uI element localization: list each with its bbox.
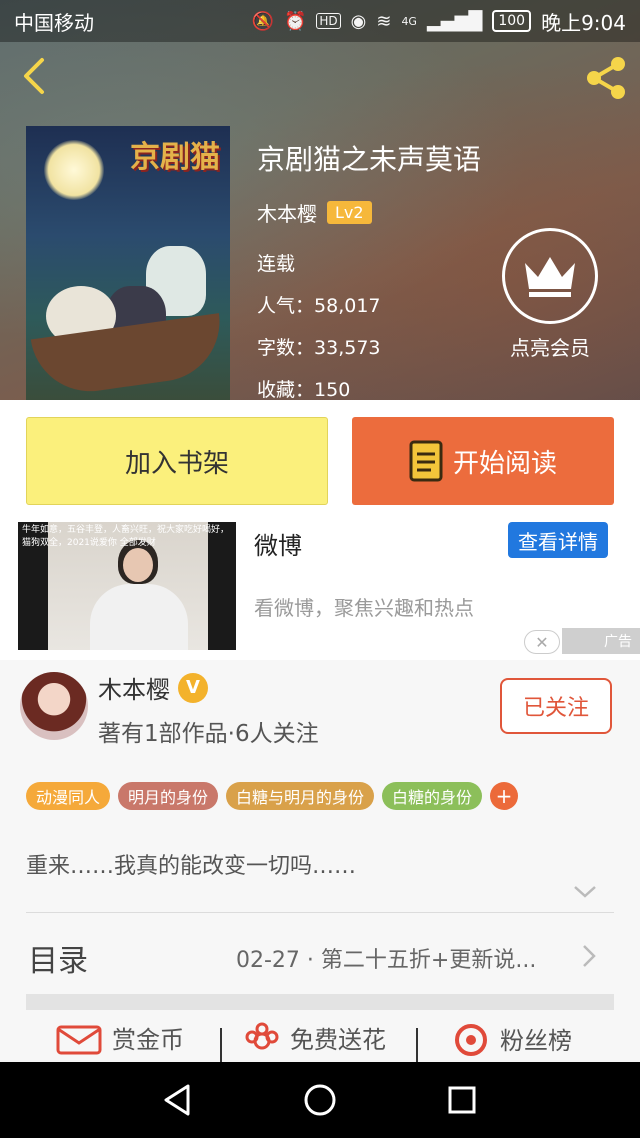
favorites-value: 150 — [314, 379, 351, 401]
tag-item[interactable]: 动漫同人 — [26, 782, 111, 810]
favorites-label: 收藏： — [257, 379, 315, 401]
toc-arrow-button[interactable] — [580, 942, 598, 970]
network-type: 4G — [401, 14, 417, 28]
ad-label: 广告 — [562, 628, 640, 654]
ad-thumb-caption: 牛年如意，五谷丰登，人畜兴旺，祝大家吃好喝好，猫狗双全，2021说爱你 全部发财 — [22, 525, 230, 548]
author-card-name[interactable]: 木本樱 V — [98, 670, 208, 705]
battery-icon: 100 — [492, 10, 532, 32]
time-label: 晚上9:04 — [541, 10, 626, 35]
start-reading-button[interactable]: 开始阅读 — [352, 417, 614, 505]
author-section: 木本樱 V 著有1部作品·6人关注 已关注 动漫同人 明月的身份 白糖与明月的身… — [0, 660, 640, 1062]
send-flowers-label: 免费送花 — [290, 1026, 386, 1054]
book-info: 京剧猫之未声莫语 木本樱 Lv2 连载 人气：58,017 字数：33,573 … — [257, 138, 481, 417]
status-bar: 中国移动 🔕 ⏰ HD ◉ ≋ 4G ▂▄▆█ 100 晚上9:04 — [0, 0, 640, 42]
section-separator — [26, 994, 614, 1010]
action-buttons: 加入书架 开始阅读 — [0, 400, 640, 520]
popularity-label: 人气： — [257, 295, 315, 317]
author-card-name-text: 木本樱 — [98, 676, 170, 704]
expand-summary-button[interactable] — [572, 882, 598, 902]
ad-description: 看微博，聚焦兴趣和热点 — [254, 596, 474, 620]
eye-icon: ◉ — [350, 10, 367, 32]
serial-status: 连载 — [257, 253, 296, 275]
fan-ranking-button[interactable]: 粉丝榜 — [452, 1020, 572, 1056]
favorites: 收藏：150 — [257, 375, 481, 401]
flower-icon — [245, 1022, 279, 1049]
ad-person-body — [90, 584, 188, 650]
cover-moon — [44, 140, 104, 200]
popularity: 人气：58,017 — [257, 291, 481, 317]
popularity-value: 58,017 — [314, 295, 381, 317]
ad-thumbnail[interactable]: 牛年如意，五谷丰登，人畜兴旺，祝大家吃好喝好，猫狗双全，2021说爱你 全部发财 — [18, 522, 236, 650]
author-stats: 著有1部作品·6人关注 — [98, 721, 319, 747]
author-row: 木本樱 Lv2 — [257, 198, 481, 227]
square-recents-icon — [448, 1086, 476, 1114]
wifi-icon: ≋ — [376, 10, 392, 32]
tag-list: 动漫同人 明月的身份 白糖与明月的身份 白糖的身份 + — [26, 782, 519, 810]
tag-item[interactable]: 白糖的身份 — [382, 782, 483, 810]
word-count-label: 字数： — [257, 337, 315, 359]
nav-home-button[interactable] — [302, 1082, 338, 1118]
level-badge: Lv2 — [327, 201, 372, 224]
add-tag-button[interactable]: + — [490, 782, 519, 810]
author-name[interactable]: 木本樱 — [257, 198, 317, 227]
tag-item[interactable]: 明月的身份 — [118, 782, 219, 810]
share-button[interactable] — [582, 54, 630, 102]
vip-label: 点亮会员 — [510, 336, 590, 360]
toc-label[interactable]: 目录 — [28, 936, 88, 980]
back-button[interactable] — [16, 56, 52, 96]
view-details-button[interactable]: 查看详情 — [508, 522, 608, 558]
reward-actions: 赏金币 免费送花 粉丝榜 — [0, 1020, 640, 1062]
latest-chapter[interactable]: 02-27 · 第二十五折+更新说... — [236, 942, 536, 974]
triangle-back-icon — [164, 1084, 190, 1116]
book-title: 京剧猫之未声莫语 — [257, 143, 482, 176]
chevron-right-icon — [583, 945, 596, 967]
cover-title: 京剧猫 — [130, 140, 220, 175]
nav-recents-button[interactable] — [444, 1082, 480, 1118]
fan-ranking-label: 粉丝榜 — [500, 1026, 572, 1055]
nav-back-button[interactable] — [160, 1082, 196, 1118]
circle-home-icon — [304, 1084, 336, 1116]
crown-icon — [502, 228, 598, 324]
send-flowers-button[interactable]: 免费送花 — [244, 1020, 386, 1055]
tag-item[interactable]: 白糖与明月的身份 — [226, 782, 375, 810]
share-icon — [587, 57, 625, 99]
mute-icon: 🔕 — [251, 10, 274, 32]
ad-person-face — [123, 548, 153, 582]
reward-coins-button[interactable]: 赏金币 — [56, 1020, 184, 1055]
reward-coins-label: 赏金币 — [112, 1026, 184, 1054]
status-icons: 🔕 ⏰ HD ◉ ≋ 4G ▂▄▆█ 100 晚上9:04 — [252, 7, 626, 36]
verified-icon: V — [178, 672, 208, 703]
chevron-down-icon — [574, 886, 596, 898]
follow-button[interactable]: 已关注 — [500, 678, 612, 734]
word-count: 字数：33,573 — [257, 333, 481, 359]
carrier-label: 中国移动 — [14, 10, 94, 35]
add-to-shelf-button[interactable]: 加入书架 — [26, 417, 328, 505]
book-icon — [409, 440, 443, 482]
divider — [416, 1028, 418, 1062]
author-avatar[interactable] — [20, 672, 88, 740]
signal-icon: ▂▄▆█ — [426, 10, 483, 32]
ad-title: 微博 — [254, 532, 302, 560]
envelope-icon — [56, 1025, 102, 1054]
start-reading-label: 开始阅读 — [452, 448, 557, 479]
book-cover[interactable]: 京剧猫 — [26, 126, 230, 400]
medal-icon — [455, 1024, 487, 1056]
system-nav-bar — [0, 1062, 640, 1138]
ad-close-icon[interactable]: ✕ — [524, 630, 560, 654]
alarm-icon: ⏰ — [283, 10, 307, 32]
book-summary: 重来……我真的能改变一切吗…… — [26, 854, 357, 879]
word-count-value: 33,573 — [314, 337, 381, 359]
back-arrow-icon — [24, 58, 44, 94]
ad-banner[interactable]: 牛年如意，五谷丰登，人畜兴旺，祝大家吃好喝好，猫狗双全，2021说爱你 全部发财… — [0, 520, 640, 660]
divider — [220, 1028, 222, 1062]
vip-button[interactable]: 点亮会员 — [502, 228, 598, 361]
hd-icon: HD — [316, 13, 341, 29]
divider — [26, 912, 614, 913]
